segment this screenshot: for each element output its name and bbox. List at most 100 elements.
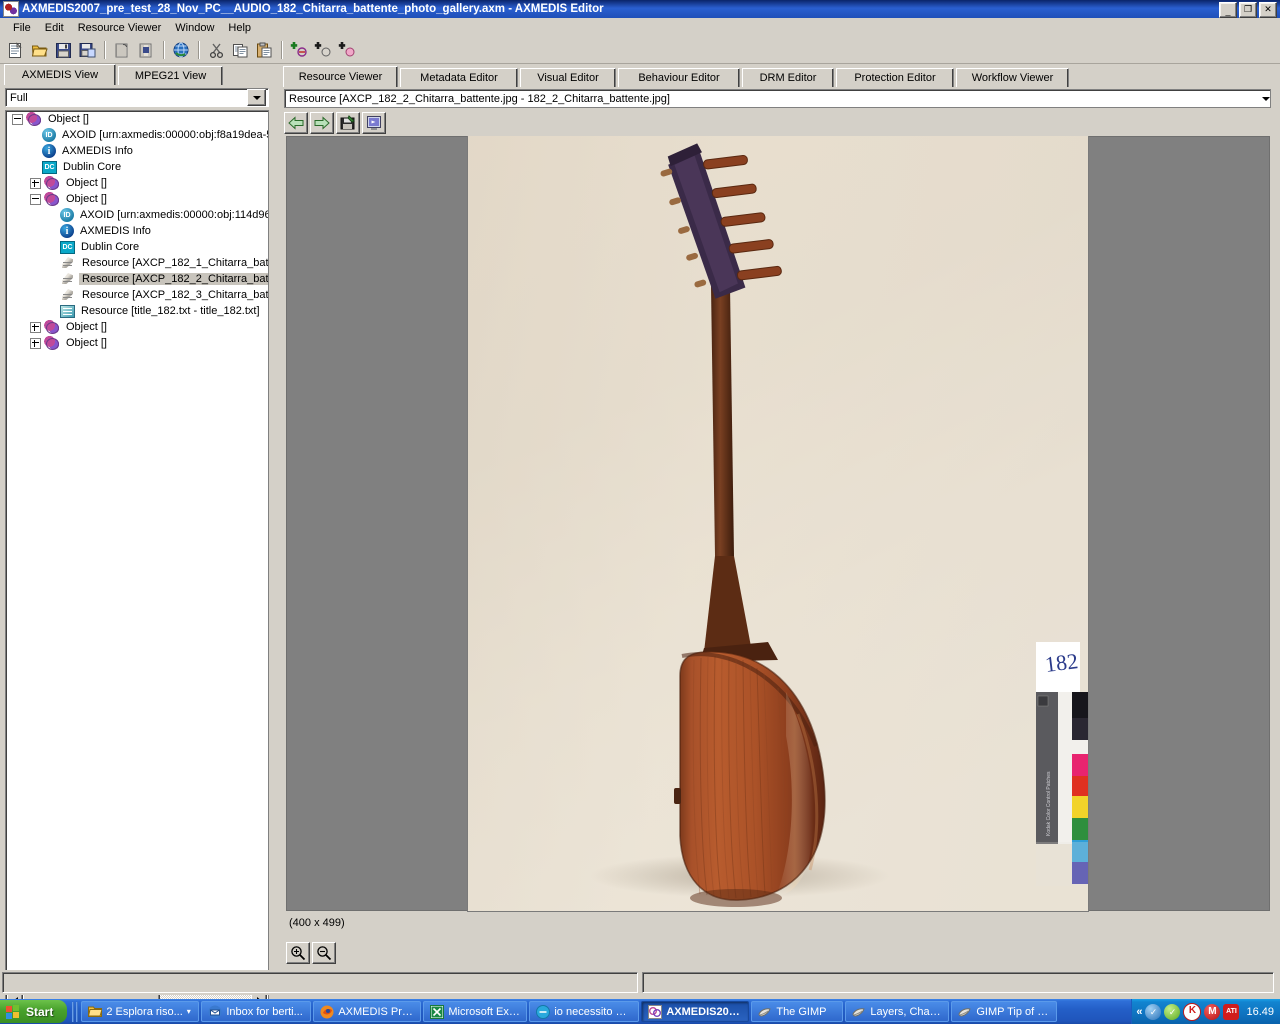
tree-item-label: Resource [AXCP_182_2_Chitarra_batt [79,273,268,285]
tree-item[interactable]: AXOID [urn:axmedis:00000:obj:114d96 [6,207,268,223]
excel-icon [430,1005,444,1019]
gimp-icon [852,1005,866,1019]
save-object-icon[interactable] [135,39,157,61]
taskbar-button-label: io necessito di i... [554,1006,632,1018]
zoom-out-button[interactable] [312,942,336,964]
tab-behaviour-editor[interactable]: Behaviour Editor [618,68,740,87]
previous-resource-button[interactable] [284,112,308,134]
paste-icon[interactable] [253,39,275,61]
tray-clock[interactable]: 16.49 [1246,1006,1274,1018]
menu-edit[interactable]: Edit [38,20,71,36]
taskbar-button[interactable]: io necessito di i... [529,1001,639,1022]
taskbar-button[interactable]: AXMEDIS200... [641,1001,749,1022]
taskbar-button[interactable]: GIMP Tip of the... [951,1001,1057,1022]
tree-item[interactable]: Resource [AXCP_182_3_Chitarra_batt [6,287,268,303]
load-object-icon[interactable] [111,39,133,61]
new-icon[interactable] [4,39,26,61]
resource-chevron-down-icon[interactable] [1262,97,1270,101]
taskbar-grip[interactable] [72,1002,78,1022]
save-icon[interactable] [52,39,74,61]
minimize-button[interactable]: _ [1219,2,1237,18]
taskbar-button[interactable]: The GIMP [751,1001,843,1022]
ati-icon[interactable]: ATI [1223,1004,1239,1020]
tree-item-label: Object [] [63,321,107,333]
taskbar-group-chevron-icon[interactable]: ▾ [187,1007,191,1016]
object-icon [44,335,60,351]
tab-resource-viewer[interactable]: Resource Viewer [283,66,398,87]
expand-icon[interactable] [30,338,41,349]
image-size-status: (400 x 499) [289,917,345,929]
tab-label: Visual Editor [537,72,599,84]
save-resource-button[interactable] [336,112,360,134]
add-metadata-icon[interactable] [336,39,358,61]
tray-expand-button[interactable]: « [1136,1006,1142,1018]
tab-axmedis-view[interactable]: AXMEDIS View [4,64,116,85]
collapse-icon[interactable] [12,114,23,125]
save-as-icon[interactable] [76,39,98,61]
tree-item[interactable]: AXOID [urn:axmedis:00000:obj:f8a19dea-5 [6,127,268,143]
tab-protection-editor[interactable]: Protection Editor [836,68,954,87]
info-icon [60,224,74,238]
tree-item[interactable]: Dublin Core [6,159,268,175]
object-icon [26,111,42,127]
tree-item[interactable]: Object [] [6,175,268,191]
resource-select[interactable]: Resource [AXCP_182_2_Chitarra_battente.j… [284,89,1271,108]
image-canvas[interactable]: 182 Kodak Color Control Patches [285,136,1271,981]
menu-help[interactable]: Help [221,20,258,36]
tab-metadata-editor[interactable]: Metadata Editor [400,68,518,87]
taskbar-button[interactable]: AXMEDIS Prod... [313,1001,421,1022]
tab-workflow-viewer[interactable]: Workflow Viewer [956,68,1069,87]
menu-file[interactable]: File [6,20,38,36]
tree-item[interactable]: Object [] [6,111,268,127]
menu-window[interactable]: Window [168,20,221,36]
taskbar-button-label: GIMP Tip of the... [976,1006,1050,1018]
windows-update-icon[interactable]: ✓ [1145,1004,1161,1020]
next-resource-button[interactable] [310,112,334,134]
mail-icon [208,1005,222,1019]
close-button[interactable]: ✕ [1259,2,1277,18]
expand-icon[interactable] [30,178,41,189]
menu-resource-viewer[interactable]: Resource Viewer [71,20,169,36]
internet-icon[interactable] [170,39,192,61]
start-button[interactable]: Start [0,1000,67,1023]
tree-item[interactable]: AXMEDIS Info [6,143,268,159]
tree-item[interactable]: Object [] [6,191,268,207]
taskbar-button[interactable]: Layers, Chann... [845,1001,949,1022]
taskbar-button[interactable]: Inbox for berti... [201,1001,311,1022]
tab-drm-editor[interactable]: DRM Editor [742,68,834,87]
tree-item[interactable]: Resource [AXCP_182_1_Chitarra_batt [6,255,268,271]
cut-icon[interactable] [205,39,227,61]
mcafee-icon[interactable]: M [1204,1004,1220,1020]
info-icon [42,144,56,158]
tree-item[interactable]: Dublin Core [6,239,268,255]
external-viewer-button[interactable] [362,112,386,134]
taskbar-button[interactable]: Microsoft Excel... [423,1001,527,1022]
tree-item[interactable]: Resource [title_182.txt - title_182.txt] [6,303,268,319]
tree-item[interactable]: AXMEDIS Info [6,223,268,239]
view-mode-value: Full [6,92,247,104]
tab-visual-editor[interactable]: Visual Editor [520,68,616,87]
kaspersky-icon[interactable]: K [1183,1003,1201,1021]
maximize-button[interactable]: ❒ [1239,2,1257,18]
add-object-icon[interactable] [312,39,334,61]
title-bar: AXMEDIS2007_pre_test_28_Nov_PC__AUDIO_18… [0,0,1280,18]
open-icon[interactable] [28,39,50,61]
add-resource-icon[interactable] [288,39,310,61]
chevron-down-icon[interactable] [247,89,266,106]
toolbar-separator-3 [198,41,200,59]
security-shield-icon[interactable]: ✓ [1164,1004,1180,1020]
object-tree[interactable]: Object []AXOID [urn:axmedis:00000:obj:f8… [5,110,269,1011]
tree-item[interactable]: Object [] [6,335,268,351]
taskbar-button[interactable]: 2 Esplora riso...▾ [81,1001,199,1022]
copy-icon[interactable] [229,39,251,61]
toolbar-separator-2 [163,41,165,59]
tree-item[interactable]: Object [] [6,319,268,335]
tab-label: Workflow Viewer [972,72,1054,84]
tab-mpeg21-view[interactable]: MPEG21 View [118,66,223,85]
zoom-in-button[interactable] [286,942,310,964]
expand-icon[interactable] [30,322,41,333]
tree-item[interactable]: Resource [AXCP_182_2_Chitarra_batt [6,271,268,287]
collapse-icon[interactable] [30,194,41,205]
view-mode-select[interactable]: Full [5,88,269,107]
right-panel: Resource ViewerMetadata Editor Visual Edi… [281,66,1278,966]
